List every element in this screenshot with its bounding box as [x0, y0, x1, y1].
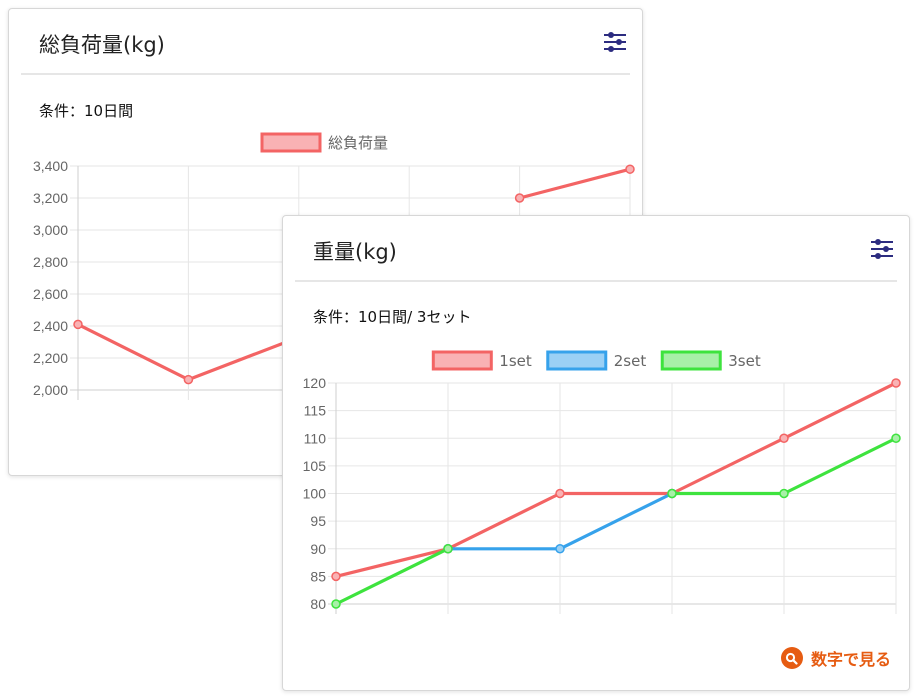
data-point — [183, 374, 194, 385]
y-tick-label: 110 — [304, 430, 327, 446]
legend-label: 1set — [499, 352, 532, 370]
data-point — [555, 488, 565, 499]
y-tick-label: 3,200 — [33, 190, 68, 206]
y-tick-label: 2,200 — [33, 350, 68, 366]
data-point — [779, 488, 789, 499]
y-tick-label: 115 — [304, 403, 327, 419]
data-point — [891, 433, 901, 443]
y-tick-label: 2,600 — [33, 286, 68, 302]
data-point — [625, 164, 635, 174]
y-tick-label: 2,400 — [33, 318, 68, 334]
legend-label: 3set — [728, 352, 761, 370]
data-point — [555, 544, 565, 554]
data-point — [331, 571, 341, 582]
y-tick-label: 95 — [310, 513, 326, 529]
y-tick-label: 90 — [310, 541, 326, 557]
legend-label: 総負荷量 — [328, 134, 388, 152]
data-point — [443, 544, 453, 554]
y-tick-label: 100 — [303, 486, 327, 502]
y-tick-label: 3,400 — [33, 158, 68, 174]
weight-chart: 80 85 90 95 100 105 110 115 120 1set 2set 3set — [303, 350, 901, 614]
data-point — [331, 599, 341, 609]
y-tick-label: 85 — [310, 568, 326, 584]
y-tick-label: 80 — [310, 596, 326, 612]
legend-swatch — [431, 350, 493, 371]
legend-swatch — [260, 132, 322, 153]
legend-label: 2set — [614, 352, 647, 370]
view-numbers-label: 数字で見る — [810, 650, 891, 669]
y-tick-label: 120 — [303, 375, 327, 391]
data-point — [779, 433, 789, 443]
data-point — [667, 488, 677, 499]
data-point — [891, 378, 901, 388]
data-point — [73, 319, 83, 330]
legend-swatch — [546, 350, 608, 371]
view-numbers-button[interactable]: 数字で見る — [780, 646, 891, 670]
legend-swatch — [660, 350, 722, 371]
y-tick-label: 105 — [303, 458, 327, 474]
y-tick-label: 2,000 — [33, 382, 68, 398]
y-tick-label: 3,000 — [33, 222, 68, 238]
y-tick-label: 2,800 — [33, 254, 68, 270]
data-point — [514, 193, 525, 203]
search-icon — [780, 647, 803, 669]
weight-card: 重量(kg) 条件：10日間/ 3セット 80 85 90 95 100 105 110 11… — [282, 215, 910, 691]
